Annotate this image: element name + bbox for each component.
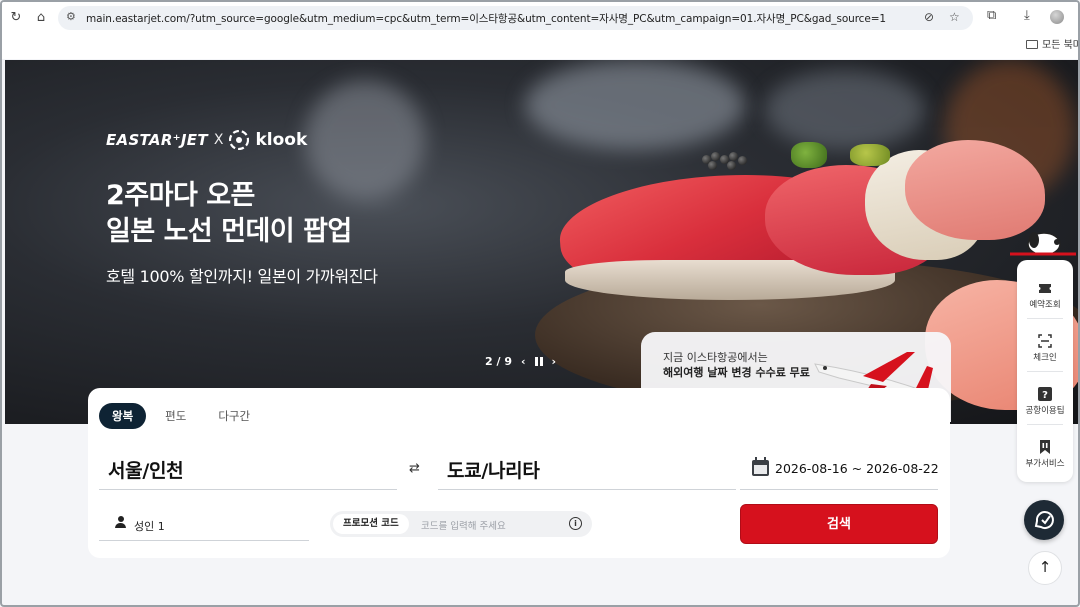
hero-title-line2: 일본 노선 먼데이 팝업	[106, 216, 352, 247]
profile-avatar[interactable]	[1050, 10, 1064, 24]
passenger-value: 성인 1	[134, 520, 165, 533]
ticket-icon	[1039, 284, 1051, 293]
chatbot-button[interactable]	[1024, 500, 1064, 540]
quick-item-extra-services[interactable]: 부가서비스	[1017, 425, 1073, 478]
question-icon: ?	[1038, 387, 1052, 401]
origin-value: 서울/인천	[108, 460, 184, 482]
calendar-icon	[752, 457, 769, 476]
promo-line2: 해외여행 날짜 변경 수수료 무료	[663, 366, 810, 379]
tab-round-trip[interactable]: 왕복	[99, 403, 147, 429]
quick-item-label: 부가서비스	[1025, 459, 1065, 469]
person-icon	[115, 516, 126, 528]
extensions-icon[interactable]: ⧉	[987, 8, 996, 23]
arrow-up-icon: ↑	[1038, 558, 1052, 576]
hero-title-line1: 2주마다 오픈	[106, 180, 255, 211]
carousel-pager: 2 / 9 ‹ ›	[485, 355, 556, 368]
quick-item-label: 체크인	[1033, 353, 1057, 363]
caviar	[729, 152, 738, 161]
quick-menu: 예약조회 체크인 ? 공항이용팁 부가서비스	[1017, 260, 1073, 482]
bokeh-light	[525, 60, 745, 150]
origin-field[interactable]: 서울/인천	[99, 446, 397, 490]
home-icon[interactable]: ⌂	[31, 8, 51, 28]
download-icon[interactable]: ⤓	[1024, 8, 1030, 23]
hero-subtitle: 호텔 100% 할인까지! 일본이 가까워진다	[106, 267, 378, 286]
all-bookmarks[interactable]: 모든 북마	[1026, 36, 1080, 51]
next-slide-icon[interactable]: ›	[552, 355, 557, 368]
partnership-logo: EASTAR⁺JET X klook	[106, 130, 307, 150]
quick-item-checkin[interactable]: 체크인	[1017, 319, 1073, 372]
herb-garnish	[850, 144, 890, 166]
site-info-icon[interactable]: ⚙	[66, 10, 76, 23]
quick-item-airport-tips[interactable]: ? 공항이용팁	[1017, 372, 1073, 425]
hero-banner[interactable]: EASTAR⁺JET X klook 2주마다 오픈 일본 노선 먼데이 팝업 …	[5, 60, 1078, 424]
reload-icon[interactable]: ↻	[6, 8, 26, 28]
caviar	[727, 161, 736, 170]
eastarjet-logo: EASTAR⁺JET	[106, 131, 208, 149]
booking-search-panel: 왕복 편도 다구간 서울/인천 ⇄ 도쿄/나리타 2026-08-16 ~ 20…	[88, 388, 950, 558]
hero-title: 2주마다 오픈 일본 노선 먼데이 팝업	[106, 178, 352, 250]
bokeh-light	[765, 70, 925, 150]
bookmark-icon	[1040, 440, 1050, 454]
quick-item-label: 예약조회	[1029, 300, 1061, 310]
url-text: main.eastarjet.com/?utm_source=google&ut…	[86, 13, 886, 25]
destination-value: 도쿄/나리타	[447, 460, 540, 482]
passenger-field[interactable]: 성인 1	[99, 504, 309, 541]
pause-icon[interactable]	[534, 357, 543, 366]
slide-counter: 2 / 9	[485, 355, 512, 368]
chat-icon	[1034, 511, 1054, 530]
caviar	[711, 152, 720, 161]
browser-toolbar: ↻ ⌂ ⚙ main.eastarjet.com/?utm_source=goo…	[2, 2, 1078, 59]
svg-text:?: ?	[1042, 390, 1048, 401]
herb-garnish	[791, 142, 827, 168]
character-decoration-icon	[1010, 232, 1076, 256]
trip-type-tabs: 왕복 편도 다구간	[99, 403, 263, 429]
quick-item-reservation[interactable]: 예약조회	[1017, 266, 1073, 319]
brand-separator: X	[213, 132, 224, 148]
bookmark-star-icon[interactable]: ☆	[949, 10, 960, 24]
address-bar[interactable]: ⚙ main.eastarjet.com/?utm_source=google&…	[58, 6, 973, 30]
tab-multi-city[interactable]: 다구간	[205, 403, 263, 429]
swap-route-icon[interactable]: ⇄	[409, 461, 420, 476]
promo-code-field[interactable]: 프로모션 코드 코드를 입력해 주세요 i	[330, 511, 592, 537]
promo-code-input[interactable]: 코드를 입력해 주세요	[421, 518, 506, 532]
date-field[interactable]: 2026-08-16 ~ 2026-08-22	[740, 446, 939, 490]
caviar	[738, 156, 747, 165]
scroll-to-top-button[interactable]: ↑	[1028, 551, 1062, 585]
bookmarks-label: 모든 북마	[1042, 40, 1080, 51]
tab-one-way[interactable]: 편도	[152, 403, 199, 429]
info-icon[interactable]: i	[569, 517, 582, 530]
destination-field[interactable]: 도쿄/나리타	[438, 446, 736, 490]
eye-off-icon[interactable]: ⊘	[924, 10, 934, 24]
promo-line1: 지금 이스타항공에서는	[663, 351, 768, 364]
folder-icon	[1026, 40, 1038, 49]
search-button[interactable]: 검색	[740, 504, 938, 544]
klook-icon	[229, 130, 250, 150]
prev-slide-icon[interactable]: ‹	[521, 355, 526, 368]
klook-logo: klook	[255, 130, 308, 150]
promo-code-label: 프로모션 코드	[333, 514, 409, 534]
scan-icon	[1038, 334, 1052, 348]
quick-item-label: 공항이용팁	[1025, 406, 1065, 416]
caviar	[708, 161, 717, 170]
browser-window: ↻ ⌂ ⚙ main.eastarjet.com/?utm_source=goo…	[0, 0, 1080, 607]
date-range-value: 2026-08-16 ~ 2026-08-22	[775, 461, 939, 476]
